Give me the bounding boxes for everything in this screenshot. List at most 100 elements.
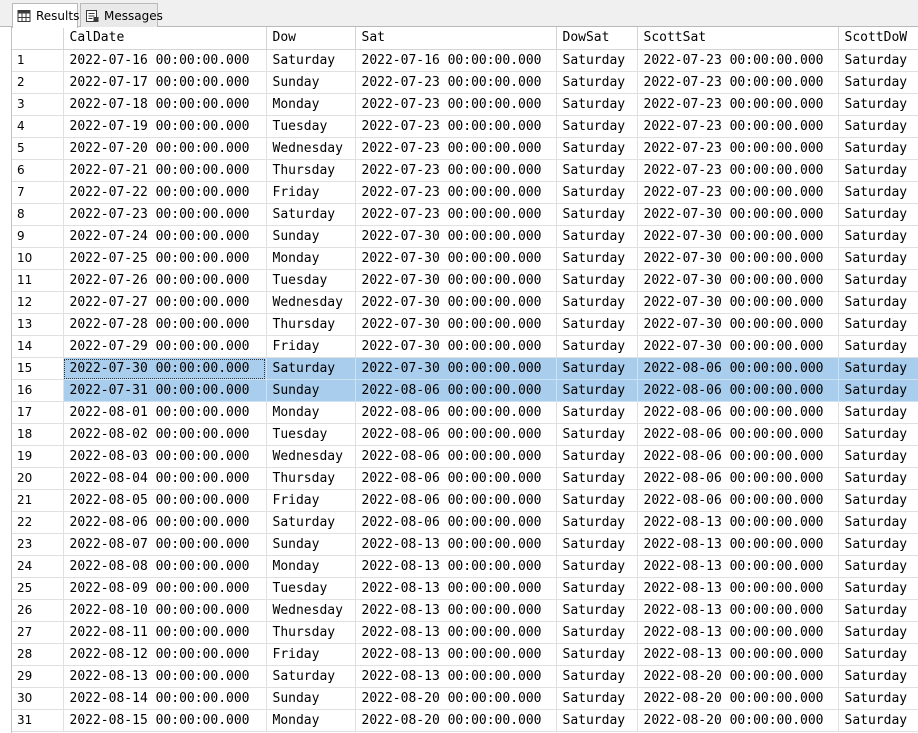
cell-dowsat[interactable]: Saturday <box>556 269 638 292</box>
cell-scottsat[interactable]: 2022-07-23 00:00:00.000 <box>637 93 839 116</box>
cell-dow[interactable]: Saturday <box>266 357 356 380</box>
cell-dowsat[interactable]: Saturday <box>556 401 638 424</box>
row-number[interactable]: 20 <box>12 467 64 490</box>
cell-sat[interactable]: 2022-07-23 00:00:00.000 <box>355 137 557 160</box>
cell-scottdow[interactable]: Saturday <box>838 577 918 600</box>
cell-dowsat[interactable]: Saturday <box>556 423 638 446</box>
cell-dow[interactable]: Saturday <box>266 49 356 72</box>
cell-scottdow[interactable]: Saturday <box>838 445 918 468</box>
cell-scottsat[interactable]: 2022-07-23 00:00:00.000 <box>637 181 839 204</box>
cell-scottsat[interactable]: 2022-07-23 00:00:00.000 <box>637 137 839 160</box>
row-number[interactable]: 15 <box>12 357 64 380</box>
cell-sat[interactable]: 2022-07-23 00:00:00.000 <box>355 181 557 204</box>
cell-dowsat[interactable]: Saturday <box>556 621 638 644</box>
table-row[interactable]: 9 2022-07-24 00:00:00.000 Sunday 2022-07-30… <box>12 225 918 248</box>
cell-caldate[interactable]: 2022-08-11 00:00:00.000 <box>63 621 267 644</box>
cell-scottsat[interactable]: 2022-07-30 00:00:00.000 <box>637 335 839 358</box>
table-row[interactable]: 2 2022-07-17 00:00:00.000 Sunday 2022-07-23… <box>12 71 918 94</box>
cell-sat[interactable]: 2022-08-13 00:00:00.000 <box>355 621 557 644</box>
cell-scottsat[interactable]: 2022-08-06 00:00:00.000 <box>637 357 839 380</box>
cell-dow[interactable]: Thursday <box>266 159 356 182</box>
cell-scottdow[interactable]: Saturday <box>838 357 918 380</box>
cell-scottdow[interactable]: Saturday <box>838 511 918 534</box>
cell-caldate[interactable]: 2022-08-05 00:00:00.000 <box>63 489 267 512</box>
cell-caldate[interactable]: 2022-08-02 00:00:00.000 <box>63 423 267 446</box>
cell-scottdow[interactable]: Saturday <box>838 71 918 94</box>
cell-sat[interactable]: 2022-08-13 00:00:00.000 <box>355 643 557 666</box>
cell-scottdow[interactable]: Saturday <box>838 225 918 248</box>
cell-caldate[interactable]: 2022-08-13 00:00:00.000 <box>63 665 267 688</box>
cell-dowsat[interactable]: Saturday <box>556 643 638 666</box>
cell-scottdow[interactable]: Saturday <box>838 709 918 732</box>
cell-caldate[interactable]: 2022-08-10 00:00:00.000 <box>63 599 267 622</box>
cell-dowsat[interactable]: Saturday <box>556 313 638 336</box>
cell-dowsat[interactable]: Saturday <box>556 71 638 94</box>
cell-scottdow[interactable]: Saturday <box>838 599 918 622</box>
cell-caldate[interactable]: 2022-07-21 00:00:00.000 <box>63 159 267 182</box>
cell-caldate[interactable]: 2022-08-14 00:00:00.000 <box>63 687 267 710</box>
cell-dow[interactable]: Thursday <box>266 313 356 336</box>
cell-dowsat[interactable]: Saturday <box>556 533 638 556</box>
cell-sat[interactable]: 2022-07-23 00:00:00.000 <box>355 159 557 182</box>
cell-scottdow[interactable]: Saturday <box>838 247 918 270</box>
row-number[interactable]: 9 <box>12 225 64 248</box>
cell-dowsat[interactable]: Saturday <box>556 577 638 600</box>
cell-scottsat[interactable]: 2022-08-20 00:00:00.000 <box>637 665 839 688</box>
cell-caldate[interactable]: 2022-07-25 00:00:00.000 <box>63 247 267 270</box>
cell-dowsat[interactable]: Saturday <box>556 181 638 204</box>
table-row[interactable]: 29 2022-08-13 00:00:00.000 Saturday 2022-08… <box>12 665 918 688</box>
cell-scottsat[interactable]: 2022-07-23 00:00:00.000 <box>637 115 839 138</box>
cell-sat[interactable]: 2022-07-30 00:00:00.000 <box>355 335 557 358</box>
cell-dow[interactable]: Monday <box>266 93 356 116</box>
cell-dowsat[interactable]: Saturday <box>556 335 638 358</box>
cell-sat[interactable]: 2022-08-13 00:00:00.000 <box>355 665 557 688</box>
cell-dowsat[interactable]: Saturday <box>556 159 638 182</box>
cell-caldate[interactable]: 2022-07-28 00:00:00.000 <box>63 313 267 336</box>
cell-dow[interactable]: Wednesday <box>266 291 356 314</box>
cell-sat[interactable]: 2022-07-23 00:00:00.000 <box>355 203 557 226</box>
row-number[interactable]: 21 <box>12 489 64 512</box>
cell-sat[interactable]: 2022-08-13 00:00:00.000 <box>355 533 557 556</box>
cell-dowsat[interactable]: Saturday <box>556 203 638 226</box>
cell-dow[interactable]: Friday <box>266 181 356 204</box>
table-row[interactable]: 30 2022-08-14 00:00:00.000 Sunday 2022-08-2… <box>12 687 918 710</box>
cell-sat[interactable]: 2022-08-06 00:00:00.000 <box>355 445 557 468</box>
cell-dow[interactable]: Thursday <box>266 621 356 644</box>
cell-caldate[interactable]: 2022-07-17 00:00:00.000 <box>63 71 267 94</box>
cell-scottsat[interactable]: 2022-07-23 00:00:00.000 <box>637 49 839 72</box>
cell-sat[interactable]: 2022-07-16 00:00:00.000 <box>355 49 557 72</box>
cell-caldate[interactable]: 2022-07-30 00:00:00.000 <box>63 357 267 380</box>
row-number[interactable]: 2 <box>12 71 64 94</box>
row-number[interactable]: 16 <box>12 379 64 402</box>
cell-caldate[interactable]: 2022-07-31 00:00:00.000 <box>63 379 267 402</box>
cell-dowsat[interactable]: Saturday <box>556 291 638 314</box>
cell-scottsat[interactable]: 2022-08-13 00:00:00.000 <box>637 555 839 578</box>
cell-scottdow[interactable]: Saturday <box>838 313 918 336</box>
cell-scottdow[interactable]: Saturday <box>838 181 918 204</box>
results-grid[interactable]: CalDate Dow Sat DowSat ScottSat ScottDoW… <box>11 27 918 733</box>
row-number[interactable]: 8 <box>12 203 64 226</box>
column-header-dowsat[interactable]: DowSat <box>556 27 638 50</box>
cell-caldate[interactable]: 2022-08-12 00:00:00.000 <box>63 643 267 666</box>
cell-dow[interactable]: Sunday <box>266 533 356 556</box>
cell-caldate[interactable]: 2022-07-20 00:00:00.000 <box>63 137 267 160</box>
cell-scottdow[interactable]: Saturday <box>838 49 918 72</box>
cell-caldate[interactable]: 2022-07-27 00:00:00.000 <box>63 291 267 314</box>
table-row[interactable]: 19 2022-08-03 00:00:00.000 Wednesday 2022-0… <box>12 445 918 468</box>
cell-dow[interactable]: Tuesday <box>266 577 356 600</box>
row-number[interactable]: 7 <box>12 181 64 204</box>
cell-caldate[interactable]: 2022-07-19 00:00:00.000 <box>63 115 267 138</box>
cell-scottdow[interactable]: Saturday <box>838 159 918 182</box>
cell-caldate[interactable]: 2022-08-06 00:00:00.000 <box>63 511 267 534</box>
table-row[interactable]: 11 2022-07-26 00:00:00.000 Tuesday 2022-07-… <box>12 269 918 292</box>
cell-scottdow[interactable]: Saturday <box>838 93 918 116</box>
cell-dowsat[interactable]: Saturday <box>556 467 638 490</box>
cell-dow[interactable]: Saturday <box>266 203 356 226</box>
cell-caldate[interactable]: 2022-07-22 00:00:00.000 <box>63 181 267 204</box>
cell-scottsat[interactable]: 2022-08-06 00:00:00.000 <box>637 445 839 468</box>
cell-dow[interactable]: Wednesday <box>266 445 356 468</box>
cell-scottsat[interactable]: 2022-08-20 00:00:00.000 <box>637 687 839 710</box>
cell-scottdow[interactable]: Saturday <box>838 489 918 512</box>
cell-scottdow[interactable]: Saturday <box>838 467 918 490</box>
cell-caldate[interactable]: 2022-07-26 00:00:00.000 <box>63 269 267 292</box>
